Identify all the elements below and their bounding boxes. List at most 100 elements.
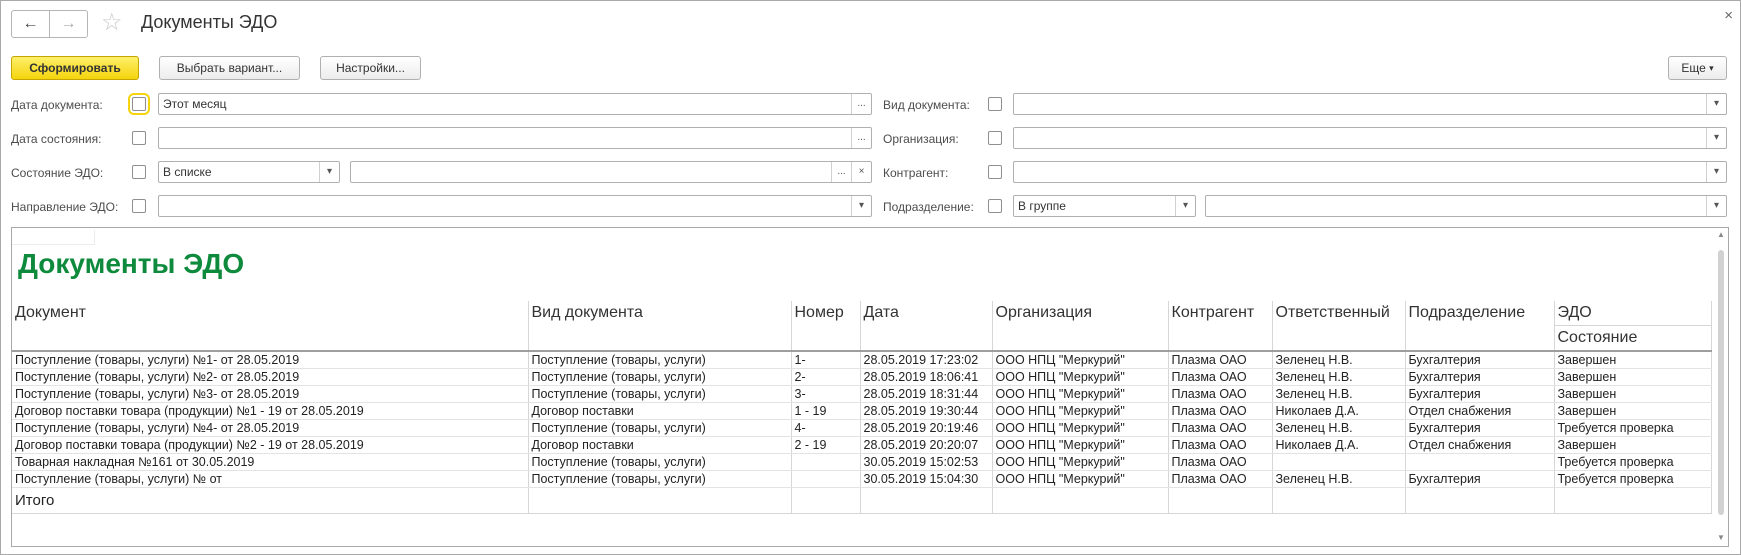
table-row[interactable]: Товарная накладная №161 от 30.05.2019 Пос…	[12, 453, 1712, 471]
division-mode-value: В группе	[1018, 199, 1066, 213]
forward-icon[interactable]: →	[49, 11, 87, 37]
report-window: ← → ☆ Документы ЭДО × Сформировать Выбра…	[0, 0, 1741, 555]
scrollbar-thumb[interactable]	[1718, 250, 1724, 515]
edo-state-select-button[interactable]: ...	[831, 162, 851, 182]
more-label: Еще	[1681, 61, 1706, 75]
table-cell: Завершен	[1554, 402, 1712, 420]
scroll-down-icon[interactable]: ▼	[1715, 533, 1727, 542]
chevron-down-icon[interactable]: ▾	[1175, 196, 1195, 216]
counterparty-select[interactable]: ▾	[1013, 161, 1727, 183]
report-area[interactable]: Документы ЭДО Документ Вид документа Ном…	[11, 227, 1729, 547]
counterparty-checkbox[interactable]	[988, 165, 1002, 179]
navigation-buttons: ← →	[11, 10, 88, 38]
column-header: Организация	[992, 301, 1169, 352]
column-header: Номер	[791, 301, 861, 352]
edo-state-clear-icon[interactable]: ×	[851, 162, 871, 182]
edo-state-field[interactable]: ... ×	[350, 161, 872, 183]
favorite-star-icon[interactable]: ☆	[101, 8, 123, 37]
table-row[interactable]: Поступление (товары, услуги) №2- от 28.0…	[12, 368, 1712, 386]
table-cell: Договор поставки	[528, 402, 792, 420]
column-header: Документ	[12, 301, 529, 352]
chevron-down-icon[interactable]: ▾	[319, 162, 339, 182]
edo-state-mode-select[interactable]: В списке ▾	[158, 161, 340, 183]
table-cell: ООО НПЦ "Меркурий"	[992, 436, 1169, 454]
org-select[interactable]: ▾	[1013, 127, 1727, 149]
edo-state-checkbox[interactable]	[132, 165, 146, 179]
chevron-down-icon[interactable]: ▾	[851, 196, 871, 216]
close-icon[interactable]: ×	[1724, 7, 1733, 24]
doc-date-checkbox[interactable]	[128, 93, 150, 115]
table-row[interactable]: Поступление (товары, услуги) №4- от 28.0…	[12, 419, 1712, 437]
generate-button[interactable]: Сформировать	[11, 56, 139, 80]
table-cell: ООО НПЦ "Меркурий"	[992, 470, 1169, 488]
table-cell: ООО НПЦ "Меркурий"	[992, 419, 1169, 437]
division-label: Подразделение:	[883, 200, 974, 214]
table-row[interactable]: Поступление (товары, услуги) №1- от 28.0…	[12, 351, 1712, 369]
table-cell: 30.05.2019 15:04:30	[860, 470, 993, 488]
chevron-down-icon[interactable]: ▾	[1706, 162, 1726, 182]
chevron-down-icon[interactable]: ▾	[1706, 94, 1726, 114]
state-date-select-button[interactable]: ...	[851, 128, 871, 148]
choose-variant-button[interactable]: Выбрать вариант...	[159, 56, 300, 80]
table-cell: Поступление (товары, услуги)	[528, 351, 792, 369]
table-row[interactable]: Поступление (товары, услуги) № от Поступл…	[12, 470, 1712, 488]
table-cell: 2 - 19	[791, 436, 861, 454]
table-row[interactable]: Поступление (товары, услуги) №3- от 28.0…	[12, 385, 1712, 403]
table-cell: ООО НПЦ "Меркурий"	[992, 385, 1169, 403]
table-cell: ООО НПЦ "Меркурий"	[992, 402, 1169, 420]
division-checkbox[interactable]	[988, 199, 1002, 213]
sub-column-header: Состояние	[1554, 325, 1712, 352]
table-cell: Плазма ОАО	[1168, 385, 1273, 403]
table-cell: 3-	[791, 385, 861, 403]
org-checkbox[interactable]	[988, 131, 1002, 145]
column-header: ЭДО	[1554, 301, 1712, 326]
table-cell: Бухгалтерия	[1405, 385, 1555, 403]
counterparty-label: Контрагент:	[883, 166, 949, 180]
report-table: Документ Вид документа Номер Дата Органи…	[12, 301, 1712, 514]
direction-checkbox[interactable]	[132, 199, 146, 213]
table-row[interactable]: Договор поставки товара (продукции) №1 -…	[12, 402, 1712, 420]
table-cell: Зеленец Н.В.	[1272, 351, 1406, 369]
table-cell: Поступление (товары, услуги)	[528, 453, 792, 471]
table-cell: 2-	[791, 368, 861, 386]
total-label: Итого	[12, 487, 529, 514]
vertical-scrollbar[interactable]: ▲ ▼	[1715, 230, 1727, 542]
table-cell: ООО НПЦ "Меркурий"	[992, 368, 1169, 386]
doc-date-select-button[interactable]: ...	[851, 94, 871, 114]
table-cell: Поступление (товары, услуги)	[528, 368, 792, 386]
table-cell: Николаев Д.А.	[1272, 402, 1406, 420]
state-date-label: Дата состояния:	[11, 132, 102, 146]
table-cell: ООО НПЦ "Меркурий"	[992, 351, 1169, 369]
table-cell: Договор поставки	[528, 436, 792, 454]
table-cell: Плазма ОАО	[1168, 453, 1273, 471]
table-cell: Требуется проверка	[1554, 470, 1712, 488]
table-cell: Поступление (товары, услуги) №1- от 28.0…	[12, 351, 529, 369]
doc-type-checkbox[interactable]	[988, 97, 1002, 111]
state-date-checkbox[interactable]	[132, 131, 146, 145]
scroll-up-icon[interactable]: ▲	[1715, 230, 1727, 239]
more-button[interactable]: Еще ▾	[1668, 56, 1727, 80]
chevron-down-icon: ▾	[1709, 62, 1714, 73]
direction-select[interactable]: ▾	[158, 195, 872, 217]
table-cell: Поступление (товары, услуги) №2- от 28.0…	[12, 368, 529, 386]
table-cell: Зеленец Н.В.	[1272, 470, 1406, 488]
division-select[interactable]: ▾	[1205, 195, 1727, 217]
doc-type-select[interactable]: ▾	[1013, 93, 1727, 115]
chevron-down-icon[interactable]: ▾	[1706, 196, 1726, 216]
division-mode-select[interactable]: В группе ▾	[1013, 195, 1196, 217]
chevron-down-icon[interactable]: ▾	[1706, 128, 1726, 148]
table-cell: Договор поставки товара (продукции) №2 -…	[12, 436, 529, 454]
doc-date-field[interactable]: Этот месяц ...	[158, 93, 872, 115]
table-cell: Плазма ОАО	[1168, 368, 1273, 386]
table-cell: Требуется проверка	[1554, 453, 1712, 471]
table-cell: Поступление (товары, услуги) №3- от 28.0…	[12, 385, 529, 403]
table-cell: Завершен	[1554, 436, 1712, 454]
table-cell: Поступление (товары, услуги)	[528, 470, 792, 488]
table-cell: 4-	[791, 419, 861, 437]
settings-button[interactable]: Настройки...	[320, 56, 421, 80]
table-cell: Поступление (товары, услуги) № от	[12, 470, 529, 488]
table-row[interactable]: Договор поставки товара (продукции) №2 -…	[12, 436, 1712, 454]
back-icon[interactable]: ←	[12, 11, 49, 37]
table-cell	[791, 470, 861, 488]
state-date-field[interactable]: ...	[158, 127, 872, 149]
